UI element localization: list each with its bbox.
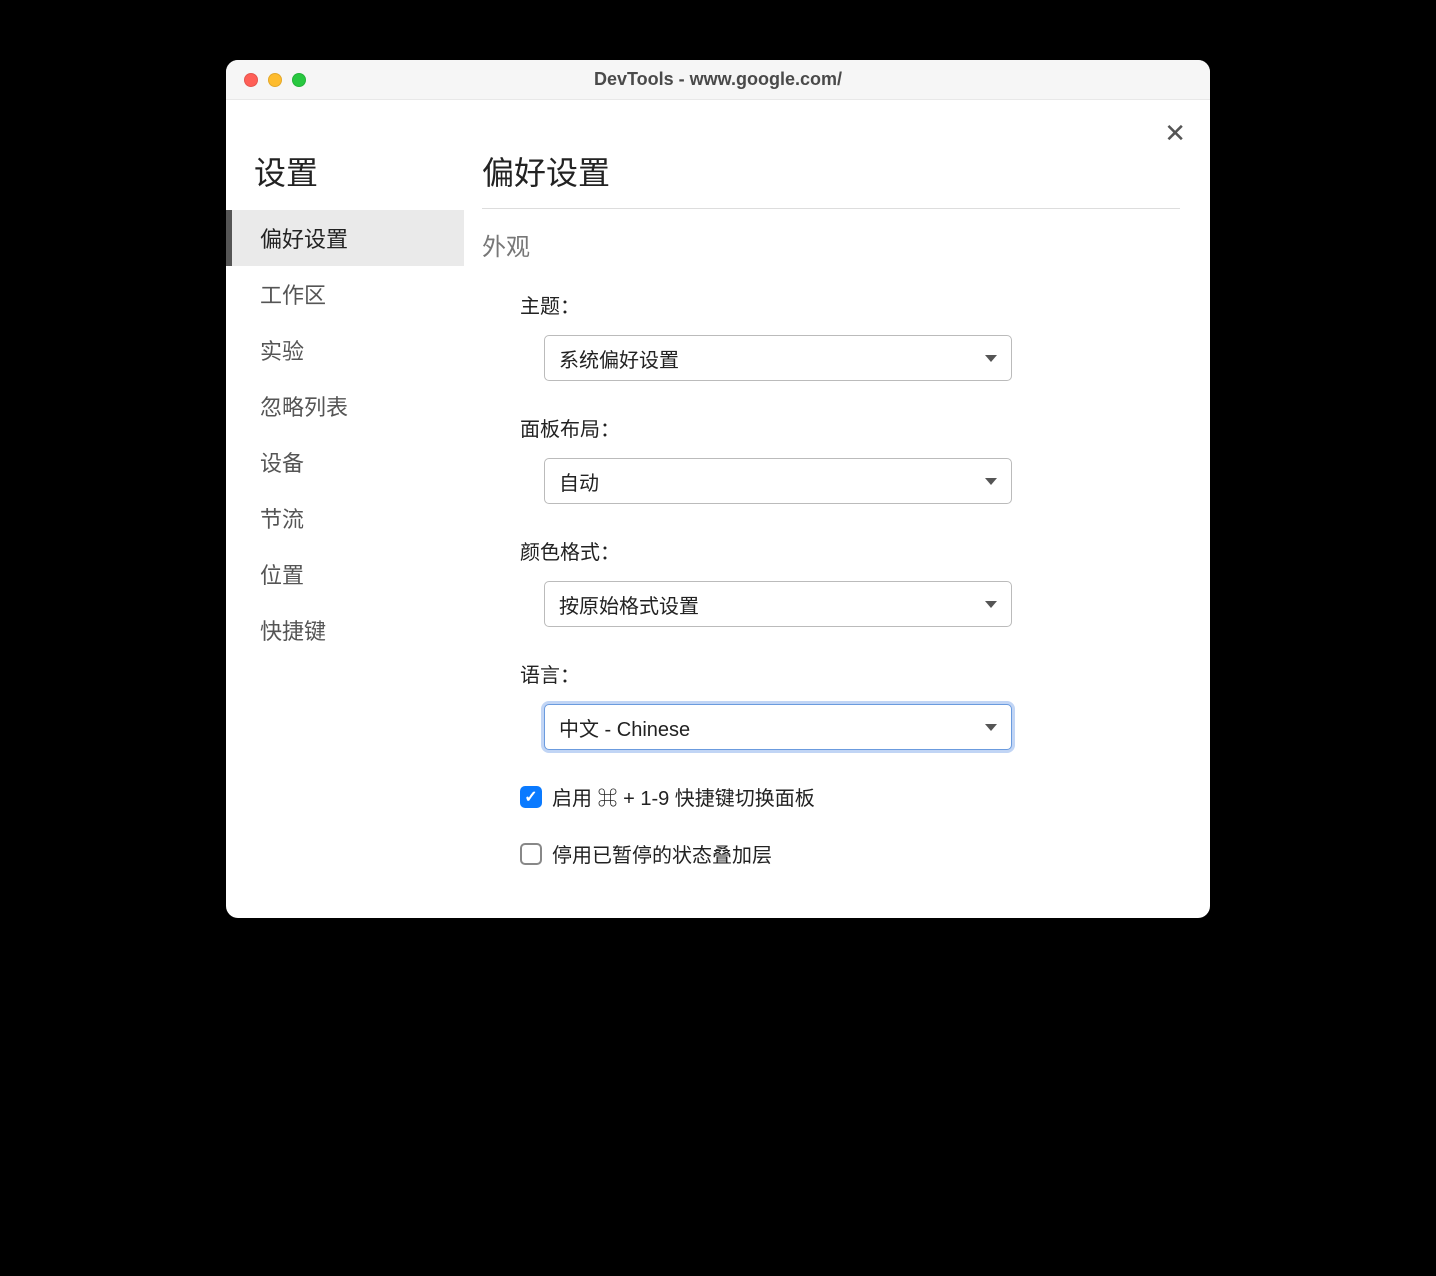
chevron-down-icon: [985, 355, 997, 362]
settings-sidebar: 设置 偏好设置 工作区 实验 忽略列表 设备 节流 位置 快捷键: [226, 100, 464, 918]
section-appearance-title: 外观: [482, 227, 1180, 262]
sidebar-item-label: 工作区: [260, 283, 326, 308]
theme-field: 主题： 系统偏好设置: [520, 290, 1180, 381]
chevron-down-icon: [985, 478, 997, 485]
devtools-settings-window: DevTools - www.google.com/ ✕ 设置 偏好设置 工作区…: [226, 60, 1210, 918]
enable-shortcut-panels-label: 启用 ⌘ + 1-9 快捷键切换面板: [552, 782, 815, 811]
sidebar-item-label: 设备: [260, 451, 304, 476]
checkmark-icon: ✓: [524, 787, 537, 807]
disable-paused-overlay-label: 停用已暂停的状态叠加层: [552, 839, 772, 868]
language-select[interactable]: 中文 - Chinese: [544, 704, 1012, 750]
disable-paused-overlay-row[interactable]: 停用已暂停的状态叠加层: [520, 839, 1180, 868]
sidebar-title: 设置: [226, 148, 464, 210]
sidebar-item-throttling[interactable]: 节流: [226, 490, 464, 546]
chevron-down-icon: [985, 724, 997, 731]
color-format-label: 颜色格式：: [520, 536, 1180, 565]
sidebar-item-label: 偏好设置: [260, 227, 348, 252]
language-label: 语言：: [520, 659, 1180, 688]
minimize-window-button[interactable]: [268, 73, 282, 87]
panel-layout-select[interactable]: 自动: [544, 458, 1012, 504]
panel-layout-field: 面板布局： 自动: [520, 413, 1180, 504]
language-field: 语言： 中文 - Chinese: [520, 659, 1180, 750]
sidebar-item-label: 节流: [260, 507, 304, 532]
color-format-select-value: 按原始格式设置: [559, 590, 699, 619]
maximize-window-button[interactable]: [292, 73, 306, 87]
chevron-down-icon: [985, 601, 997, 608]
page-title: 偏好设置: [482, 148, 1180, 209]
close-icon[interactable]: ✕: [1164, 120, 1186, 146]
traffic-lights: [244, 73, 306, 87]
sidebar-item-experiments[interactable]: 实验: [226, 322, 464, 378]
sidebar-item-label: 实验: [260, 339, 304, 364]
color-format-field: 颜色格式： 按原始格式设置: [520, 536, 1180, 627]
enable-shortcut-panels-row[interactable]: ✓ 启用 ⌘ + 1-9 快捷键切换面板: [520, 782, 1180, 811]
panel-layout-select-value: 自动: [559, 467, 599, 496]
sidebar-item-preferences[interactable]: 偏好设置: [226, 210, 464, 266]
sidebar-item-ignore-list[interactable]: 忽略列表: [226, 378, 464, 434]
sidebar-item-label: 忽略列表: [260, 395, 348, 420]
sidebar-item-label: 位置: [260, 563, 304, 588]
sidebar-item-shortcuts[interactable]: 快捷键: [226, 602, 464, 658]
window-title: DevTools - www.google.com/: [226, 69, 1210, 90]
window-titlebar: DevTools - www.google.com/: [226, 60, 1210, 100]
theme-select[interactable]: 系统偏好设置: [544, 335, 1012, 381]
sidebar-item-devices[interactable]: 设备: [226, 434, 464, 490]
close-window-button[interactable]: [244, 73, 258, 87]
sidebar-item-locations[interactable]: 位置: [226, 546, 464, 602]
panel-layout-label: 面板布局：: [520, 413, 1180, 442]
enable-shortcut-panels-checkbox[interactable]: ✓: [520, 786, 542, 808]
disable-paused-overlay-checkbox[interactable]: [520, 843, 542, 865]
theme-label: 主题：: [520, 290, 1180, 319]
content-area: ✕ 设置 偏好设置 工作区 实验 忽略列表 设备 节流 位置 快捷键 偏好设置 …: [226, 100, 1210, 918]
main-panel: 偏好设置 外观 主题： 系统偏好设置 面板布局： 自动: [464, 100, 1210, 918]
theme-select-value: 系统偏好设置: [559, 344, 679, 373]
sidebar-item-label: 快捷键: [260, 619, 326, 644]
color-format-select[interactable]: 按原始格式设置: [544, 581, 1012, 627]
language-select-value: 中文 - Chinese: [559, 713, 690, 742]
sidebar-item-workspace[interactable]: 工作区: [226, 266, 464, 322]
